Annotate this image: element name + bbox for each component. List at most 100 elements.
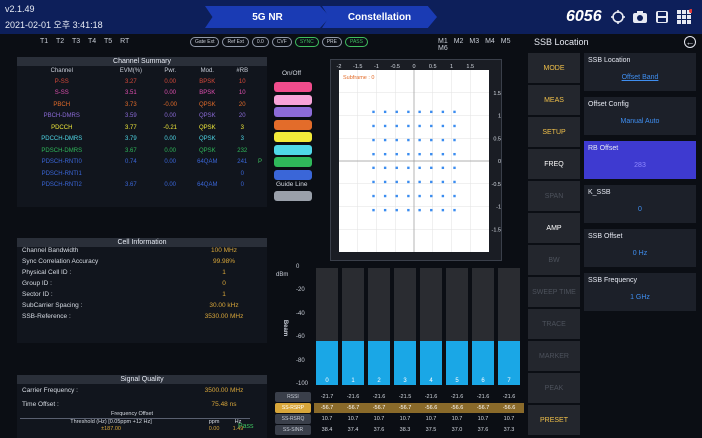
trace-rt[interactable]: RT <box>120 38 129 45</box>
cell-mod: BPSK <box>199 78 216 85</box>
cell-evm: 0.74 <box>125 159 137 166</box>
legend-swatch-toggle[interactable] <box>274 107 312 117</box>
softkey-meas[interactable]: MEAS <box>528 85 580 115</box>
beam-value: 37.5 <box>425 427 437 433</box>
marker-m2[interactable]: M2 <box>454 38 464 45</box>
param-rb-offset[interactable]: RB Offset 283 <box>584 141 696 179</box>
constellation-point <box>395 152 398 156</box>
cell-mod: 64QAM <box>197 159 218 166</box>
cell-extra: P <box>257 159 262 166</box>
constellation-point <box>441 124 445 128</box>
softkey-amp[interactable]: AMP <box>528 213 580 243</box>
constellation-point <box>407 194 410 198</box>
legend-swatch-toggle[interactable] <box>274 169 312 180</box>
cell-info-list: Channel Bandwidth 100 MHz Sync Correlation… <box>17 247 267 324</box>
beam-value: 10.7 <box>425 416 437 422</box>
marker-selector: M1 M2 M3 M4 M5 M6 <box>438 38 527 52</box>
param-k_ssb[interactable]: K_SSB 0 <box>584 185 696 223</box>
legend-swatch-toggle[interactable] <box>274 119 312 130</box>
softkey-span[interactable]: SPAN <box>528 181 580 211</box>
marker-m1[interactable]: M1 <box>438 38 448 45</box>
param-value: 1 GHz <box>630 294 650 301</box>
beam-value: 37.3 <box>503 427 515 433</box>
constellation-point <box>441 208 445 212</box>
trace-t5[interactable]: T5 <box>104 38 112 45</box>
col-pwr: Pwr. <box>164 68 177 74</box>
save-icon[interactable] <box>654 9 670 25</box>
softkey-mode[interactable]: MODE <box>528 53 580 83</box>
constellation-point <box>372 138 375 142</box>
constellation-point <box>441 152 445 156</box>
cell-pwr: 0.00 <box>164 147 177 154</box>
status-pills: Gate Ext Ref Ext 0.0 CVF SYNC PRE PASS <box>190 37 368 47</box>
param-value: Offset Band <box>621 74 659 81</box>
ref-ext-pill: Ref Ext <box>222 37 249 47</box>
constellation-point <box>453 166 456 170</box>
subframe-label: Subframe : 0 <box>343 75 375 81</box>
cell-evm: 3.73 <box>125 101 137 108</box>
softkey-setup[interactable]: SETUP <box>528 117 580 147</box>
list-item: SSB-Reference : 3530.00 MHz <box>17 313 267 324</box>
trace-t4[interactable]: T4 <box>88 38 96 45</box>
softkey-preset[interactable]: PRESET <box>528 405 580 435</box>
softkey-trace[interactable]: TRACE <box>528 309 580 339</box>
back-arrow-icon[interactable]: ← <box>684 36 696 48</box>
beam-bar-chart: 0 1 2 3 4 5 6 7 <box>314 268 524 388</box>
channel-summary-title: Channel Summary <box>17 57 267 66</box>
cell-channel: PBCH <box>53 101 71 108</box>
cell-info-panel: Cell Information Channel Bandwidth 100 MH… <box>17 238 267 343</box>
beam-value: -56.7 <box>346 405 360 411</box>
cell-channel: PDCCH <box>51 124 73 131</box>
param-ssb-location[interactable]: SSB Location Offset Band <box>584 53 696 91</box>
legend-swatch-toggle[interactable] <box>274 157 312 167</box>
menu-title: SSB Location ← <box>530 34 702 50</box>
model-badge: 6056 <box>566 8 602 25</box>
softkey-sweep-time[interactable]: SWEEP TIME <box>528 277 580 307</box>
cell-pwr: 0.00 <box>164 182 177 189</box>
cell-pwr: 0.00 <box>164 113 177 120</box>
camera-icon[interactable] <box>632 9 648 25</box>
beam-bar: 0 <box>316 268 338 385</box>
guide-line-toggle[interactable] <box>274 191 312 201</box>
cell-pwr: 0.00 <box>164 90 177 97</box>
on-off-title: On/Off <box>282 70 302 77</box>
item-value: 3500.00 MHz <box>204 387 244 394</box>
constellation-point <box>418 166 421 170</box>
param-offset-config[interactable]: Offset Config Manual Auto <box>584 97 696 135</box>
channel-summary-panel: Channel Summary Channel EVM(%) Pwr. Mod.… <box>17 57 267 207</box>
cell-evm: 3.77 <box>125 124 137 131</box>
legend-swatch-toggle[interactable] <box>274 132 312 142</box>
constellation-point <box>372 110 375 114</box>
constellation-point <box>453 194 456 198</box>
softkey-bw[interactable]: BW <box>528 245 580 275</box>
trace-t1[interactable]: T1 <box>40 38 48 45</box>
grid-menu-icon[interactable] <box>676 9 693 25</box>
beam-bar: 1 <box>342 268 364 385</box>
trace-t3[interactable]: T3 <box>72 38 80 45</box>
trace-t2[interactable]: T2 <box>56 38 64 45</box>
softkey-marker[interactable]: MARKER <box>528 341 580 371</box>
marker-m3[interactable]: M3 <box>469 38 479 45</box>
legend-swatch-toggle[interactable] <box>274 144 312 155</box>
tab-constellation[interactable]: Constellation <box>322 6 437 28</box>
beam-value: 37.6 <box>477 427 489 433</box>
y-tick-label: 0.5 <box>493 136 501 142</box>
cell-evm: 3.79 <box>125 136 137 143</box>
target-icon[interactable] <box>610 9 626 25</box>
beam-row-label: SS-SINR <box>275 425 311 435</box>
tab-5g-nr[interactable]: 5G NR <box>205 6 330 28</box>
param-ssb-frequency[interactable]: SSB Frequency 1 GHz <box>584 273 696 311</box>
marker-m6[interactable]: M6 <box>438 45 448 52</box>
constellation-point <box>407 152 410 156</box>
legend-swatch-toggle[interactable] <box>274 82 312 92</box>
title-bar: v2.1.49 2021-02-01 오후 3:41:18 5G NR Cons… <box>0 0 702 34</box>
softkey-freq[interactable]: FREQ <box>528 149 580 179</box>
marker-m4[interactable]: M4 <box>485 38 495 45</box>
softkey-peak[interactable]: PEAK <box>528 373 580 403</box>
marker-m5[interactable]: M5 <box>501 38 511 45</box>
param-ssb-offset[interactable]: SSB Offset 0 Hz <box>584 229 696 267</box>
constellation-point <box>430 194 433 198</box>
param-value: Manual Auto <box>620 118 660 125</box>
legend-swatch-toggle[interactable] <box>274 94 312 105</box>
x-tick-label: 0.5 <box>429 64 437 70</box>
